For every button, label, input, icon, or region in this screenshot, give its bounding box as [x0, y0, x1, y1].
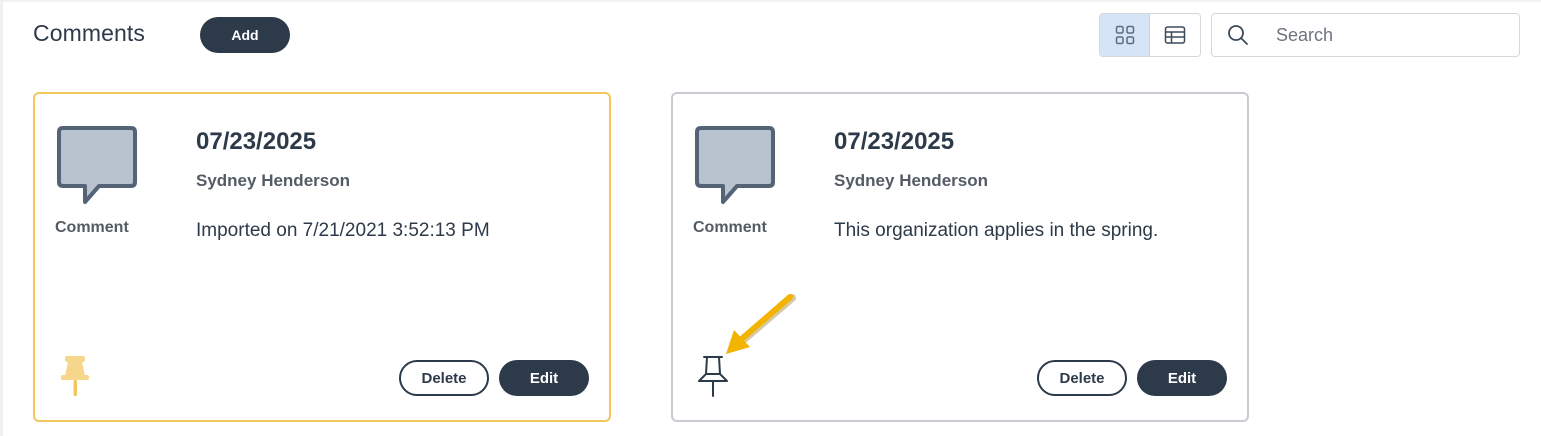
comment-date: 07/23/2025	[834, 128, 955, 155]
table-view-button[interactable]	[1150, 14, 1200, 56]
grid-icon	[1115, 25, 1134, 45]
search-icon-wrap	[1212, 14, 1264, 56]
grid-view-button[interactable]	[1100, 14, 1150, 56]
comment-bubble-icon	[57, 126, 137, 204]
comment-type-label: Comment	[693, 219, 767, 236]
add-button[interactable]: Add	[200, 17, 290, 53]
comments-panel: Comments Add Search Comment 07/23/2025 S…	[0, 0, 1541, 436]
delete-button[interactable]: Delete	[1037, 360, 1127, 396]
table-icon	[1164, 26, 1186, 44]
comment-bubble-icon	[695, 126, 775, 204]
comment-author: Sydney Henderson	[196, 171, 350, 190]
comment-date: 07/23/2025	[196, 128, 317, 155]
comment-text: This organization applies in the spring.	[834, 220, 1159, 241]
annotation-arrow-icon	[726, 294, 796, 354]
search-icon	[1228, 25, 1248, 45]
comment-card: Comment 07/23/2025 Sydney Henderson Impo…	[33, 92, 611, 422]
comment-text: Imported on 7/21/2021 3:52:13 PM	[196, 220, 490, 241]
delete-button[interactable]: Delete	[399, 360, 489, 396]
pin-filled-icon[interactable]	[57, 354, 93, 398]
search-input[interactable]	[1276, 24, 1516, 46]
edit-button[interactable]: Edit	[1137, 360, 1227, 396]
view-toggle	[1099, 13, 1201, 57]
page-title: Comments	[33, 20, 145, 46]
comment-card: Comment 07/23/2025 Sydney Henderson This…	[671, 92, 1249, 422]
top-divider	[0, 0, 1541, 2]
comment-author: Sydney Henderson	[834, 171, 988, 190]
search-box	[1211, 13, 1520, 57]
comment-type-label: Comment	[55, 219, 129, 236]
left-divider	[0, 0, 3, 436]
edit-button[interactable]: Edit	[499, 360, 589, 396]
